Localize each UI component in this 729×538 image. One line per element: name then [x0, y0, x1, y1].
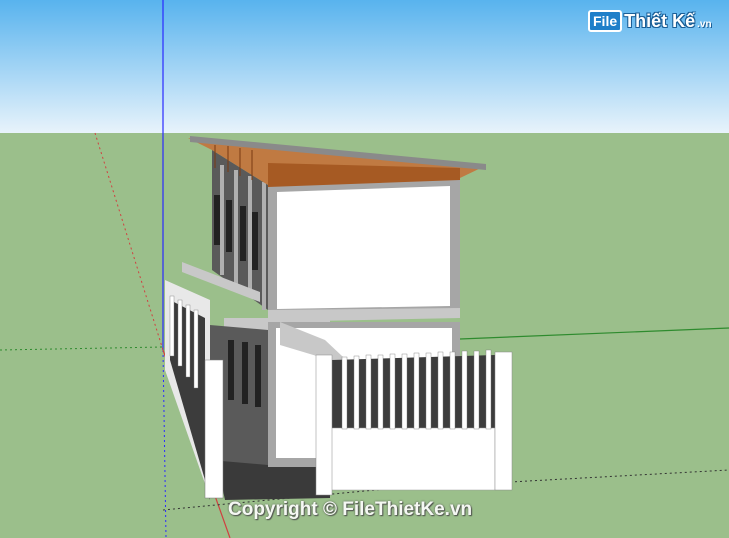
- 3d-scene[interactable]: [0, 0, 729, 538]
- fence-post-left: [315, 354, 333, 496]
- logo-suffix: .vn: [697, 18, 712, 30]
- logo-text: Thiết Kế: [624, 10, 696, 31]
- fence-post-right: [494, 351, 513, 491]
- upper-front-wall-inner: [277, 186, 450, 309]
- logo-box: File: [588, 10, 623, 32]
- fence-base: [329, 427, 496, 491]
- lower-windows: [228, 340, 261, 407]
- site-logo: File Thiết Kế .vn: [588, 10, 712, 32]
- modeling-viewport[interactable]: File Thiết Kế .vn Copyright © FileThietK…: [0, 0, 729, 538]
- left-gate-post: [204, 359, 224, 499]
- copyright-watermark: Copyright © FileThietKe.vn: [228, 499, 473, 520]
